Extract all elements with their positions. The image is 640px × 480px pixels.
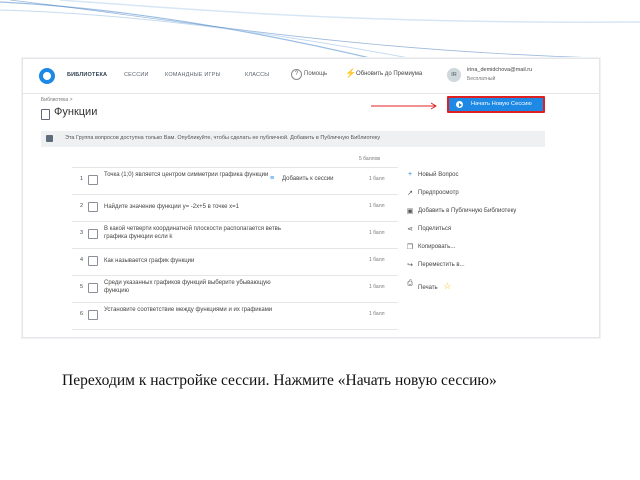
action-label: Переместить в...	[418, 262, 465, 268]
help-link[interactable]: Помощь	[304, 71, 327, 77]
question-score: 1 балл	[369, 311, 385, 317]
new-question-action[interactable]: + Новый Вопрос	[408, 171, 459, 178]
question-score: 1 балл	[369, 230, 385, 236]
play-icon	[456, 101, 463, 108]
question-text[interactable]: Найдите значение функции у= -2x+5 в точк…	[104, 204, 294, 212]
share-action[interactable]: ⋖ Поделиться	[407, 226, 452, 233]
graph-question-icon	[88, 283, 98, 293]
avatar[interactable]: IR	[447, 68, 461, 82]
copy-action[interactable]: ❐ Копировать...	[407, 244, 456, 251]
question-row[interactable]: 6 Установите соответствие между функциям…	[72, 303, 398, 330]
move-action[interactable]: ↪ Переместить в...	[407, 262, 465, 269]
breadcrumb[interactable]: Библиотека >	[41, 97, 73, 103]
print-action[interactable]: ⎙ Печать ☆	[407, 280, 451, 292]
add-to-public-library-action[interactable]: ▣ Добавить в Публичную Библиотеку	[407, 208, 517, 215]
help-icon[interactable]: ?	[291, 69, 302, 80]
library-icon	[46, 135, 53, 142]
copy-icon: ❐	[406, 244, 414, 251]
preview-action[interactable]: ↗ Предпросмотр	[407, 190, 459, 197]
action-label: Добавить в Публичную Библиотеку	[418, 208, 517, 214]
add-list-icon: ≡	[270, 175, 275, 182]
action-label: Печать	[418, 285, 438, 291]
upgrade-premium-link[interactable]: Обновить до Премиума	[356, 71, 422, 77]
question-row[interactable]: 5 Среди указанных графиков функций выбер…	[72, 276, 398, 303]
graph-question-icon	[88, 175, 98, 185]
question-row[interactable]: 3 В какой четверти координатной плоскост…	[72, 222, 398, 249]
preview-icon: ↗	[407, 190, 413, 197]
question-number: 1	[80, 176, 84, 182]
question-score: 1 балл	[369, 257, 385, 263]
nav-team-games[interactable]: КОМАНДНЫЕ ИГРЫ	[165, 72, 221, 78]
slide-caption: Переходим к настройке сессии. Нажмите «Н…	[62, 372, 497, 389]
question-score: 1 балл	[369, 176, 385, 182]
action-label: Копировать...	[418, 244, 456, 250]
app-logo-icon[interactable]	[39, 68, 55, 84]
app-screenshot: БИБЛИОТЕКА СЕССИИ КОМАНДНЫЕ ИГРЫ КЛАССЫ …	[22, 58, 600, 338]
move-icon: ↪	[407, 262, 413, 269]
start-new-session-label: Начать Новую Сессию	[471, 101, 532, 107]
question-row[interactable]: 4 Как называется график функции 1 балл	[72, 249, 398, 276]
graph-question-icon	[88, 256, 98, 266]
lightning-icon: ⚡	[345, 68, 357, 78]
action-label: Предпросмотр	[418, 190, 459, 196]
question-text[interactable]: Установите соответствие между функциями …	[104, 307, 284, 315]
nav-classes[interactable]: КЛАССЫ	[245, 72, 269, 78]
question-text[interactable]: Как называется график функции	[104, 258, 284, 266]
question-number: 6	[80, 311, 84, 317]
total-points: 5 баллов	[359, 156, 381, 162]
add-to-session-button[interactable]: ≡ Добавить к сессии	[270, 175, 334, 182]
matching-question-icon	[88, 310, 98, 320]
nav-sessions[interactable]: СЕССИИ	[124, 72, 149, 78]
question-number: 3	[80, 230, 84, 236]
star-icon[interactable]: ☆	[443, 281, 451, 291]
question-score: 1 балл	[369, 284, 385, 290]
question-text[interactable]: В какой четверти координатной плоскости …	[104, 226, 299, 241]
question-row[interactable]: 2 Найдите значение функции у= -2x+5 в то…	[72, 195, 398, 222]
question-number: 5	[80, 284, 84, 290]
graph-question-icon	[88, 202, 98, 212]
question-text[interactable]: Среди указанных графиков функций выберит…	[104, 280, 284, 295]
user-account-type: Бесплатный	[467, 76, 496, 82]
question-text[interactable]: Точка (1;0) является центром симметрии г…	[104, 172, 284, 180]
info-bar-text: Эта Группа вопросов доступна только Вам.…	[65, 135, 381, 141]
library-icon: ▣	[406, 208, 414, 215]
page-title: Функции	[54, 106, 98, 118]
info-bar: Эта Группа вопросов доступна только Вам.…	[41, 131, 545, 147]
plus-icon: +	[407, 171, 413, 178]
question-number: 2	[80, 203, 84, 209]
graph-question-icon	[88, 229, 98, 239]
print-icon: ⎙	[407, 280, 413, 287]
nav-library[interactable]: БИБЛИОТЕКА	[67, 72, 107, 78]
share-icon: ⋖	[407, 226, 413, 233]
start-new-session-button[interactable]: Начать Новую Сессию	[447, 96, 545, 113]
user-email[interactable]: irina_demidchova@mail.ru	[467, 67, 532, 73]
action-label: Поделиться	[418, 226, 452, 232]
red-arrow-annotation	[371, 102, 437, 110]
question-score: 1 балл	[369, 203, 385, 209]
top-navigation-bar: БИБЛИОТЕКА СЕССИИ КОМАНДНЫЕ ИГРЫ КЛАССЫ …	[23, 59, 599, 94]
question-number: 4	[80, 257, 84, 263]
document-icon	[41, 109, 50, 120]
question-row[interactable]: 1 Точка (1;0) является центром симметрии…	[72, 168, 398, 195]
action-label: Новый Вопрос	[418, 172, 459, 178]
add-to-session-label: Добавить к сессии	[282, 176, 334, 182]
